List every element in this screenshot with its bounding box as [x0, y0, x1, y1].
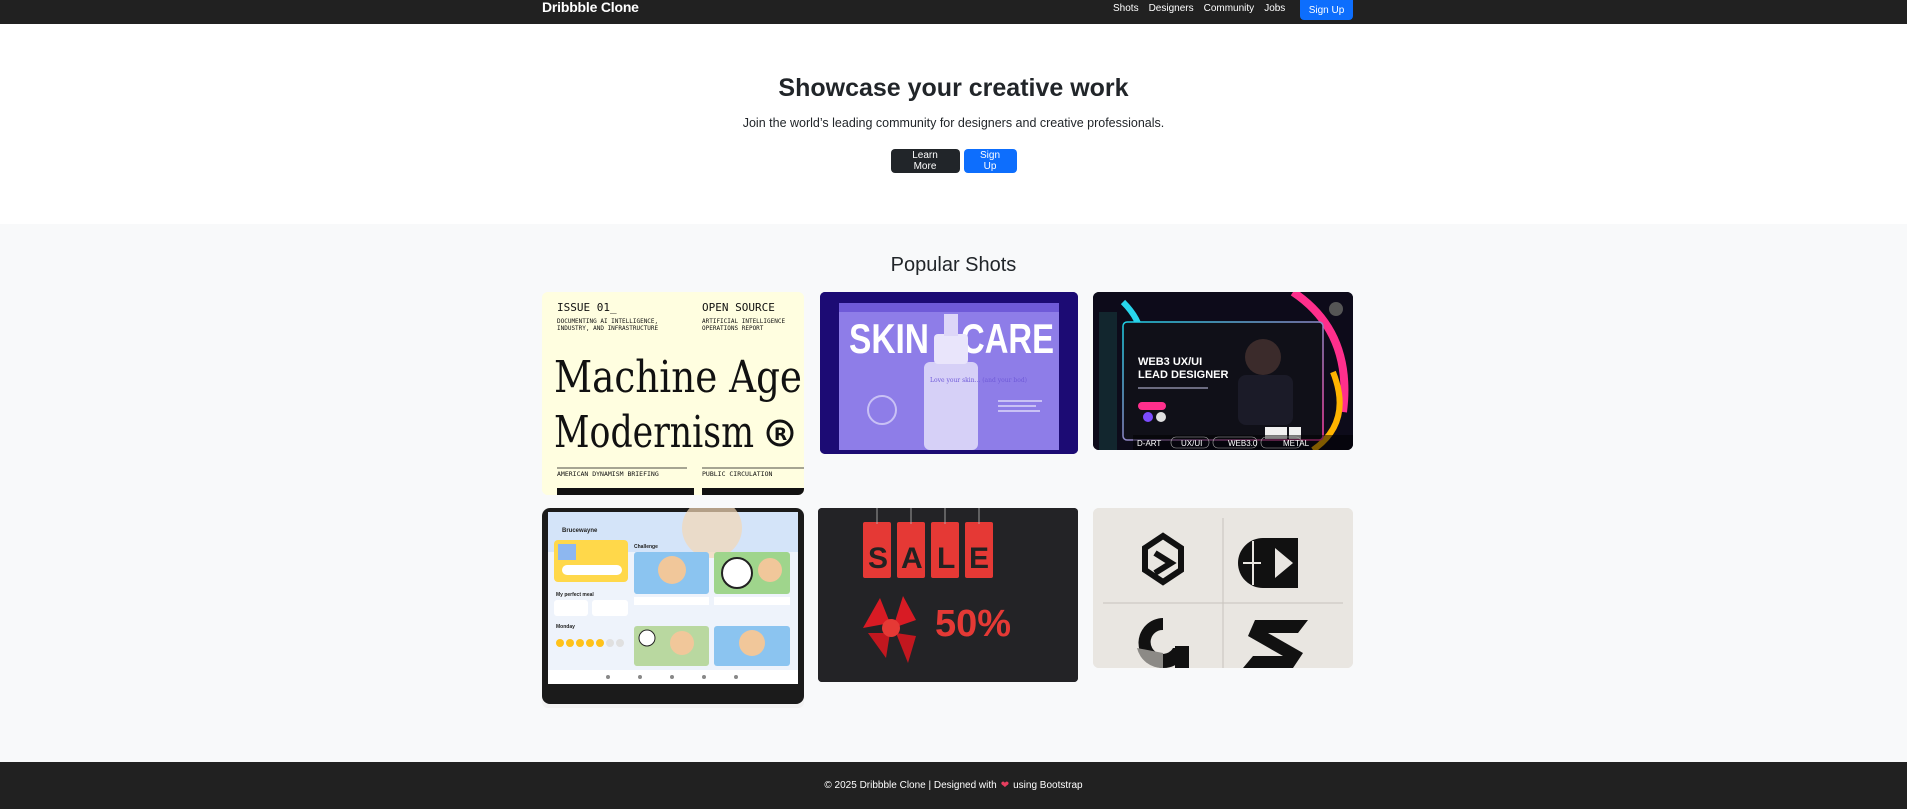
sale-letter-l: L [937, 542, 955, 575]
nav-link-shots[interactable]: Shots [1113, 3, 1139, 14]
brand-logo[interactable]: Dribbble Clone [542, 0, 639, 14]
footer: © 2025 Dribbble Clone | Designed with ❤ … [0, 762, 1907, 809]
svg-text:PUBLIC CIRCULATION: PUBLIC CIRCULATION [702, 470, 773, 478]
shot-image-logos [1093, 508, 1353, 668]
svg-text:Love your skin... (and your bo: Love your skin... (and your bod) [930, 377, 1027, 384]
svg-text:METAL: METAL [1283, 439, 1310, 448]
svg-text:Brucewayne: Brucewayne [562, 528, 598, 534]
svg-text:UX/UI: UX/UI [1181, 439, 1202, 448]
navbar: Dribbble Clone Shots Designers Community… [0, 0, 1907, 24]
shot-card-web3[interactable]: WEB3 UX/UI LEAD DESIGNER D-ART UX/UI WEB… [1093, 292, 1353, 450]
sale-percent: 50% [935, 603, 1011, 645]
shot-image-skin-care: SKIN CARE Love your skin... (and your bo… [820, 292, 1078, 454]
nav-link-jobs[interactable]: Jobs [1264, 3, 1285, 14]
popular-shots-section: Popular Shots ISSUE 01_ OPEN SOURCE DOCU… [0, 224, 1907, 762]
hero-signup-button[interactable]: Sign Up [963, 149, 1017, 173]
shot-card-skin-care[interactable]: SKIN CARE Love your skin... (and your bo… [820, 292, 1078, 454]
nav-signup-button[interactable]: Sign Up [1300, 0, 1353, 20]
modernism-heading: Modernism [554, 407, 754, 458]
svg-text:Monday: Monday [556, 624, 575, 630]
hero-buttons: Learn More Sign Up [0, 149, 1907, 173]
hero-section: Showcase your creative work Join the wor… [0, 24, 1907, 224]
shot-card-machine-age[interactable]: ISSUE 01_ OPEN SOURCE DOCUMENTING AI INT… [542, 292, 804, 495]
svg-text:D-ART: D-ART [1137, 439, 1161, 448]
svg-text:AMERICAN DYNAMISM BRIEFING: AMERICAN DYNAMISM BRIEFING [557, 470, 659, 478]
issue-label: ISSUE 01_ [557, 301, 617, 314]
shot-card-kids-app[interactable]: Brucewayne Challenge My perfect meal Mon… [542, 508, 804, 708]
shot-image-machine-age: ISSUE 01_ OPEN SOURCE DOCUMENTING AI INT… [542, 292, 804, 495]
globe-arrow-logo-icon [1238, 538, 1298, 588]
shot-image-kids-app: Brucewayne Challenge My perfect meal Mon… [542, 508, 804, 708]
sale-letter-e: E [969, 542, 989, 575]
footer-text-prefix: © 2025 Dribbble Clone | Designed with [824, 780, 997, 791]
learn-more-button[interactable]: Learn More [890, 149, 960, 173]
web3-title-line2: LEAD DESIGNER [1138, 369, 1229, 381]
nav-link-community[interactable]: Community [1204, 3, 1255, 14]
shot-card-sale[interactable]: S A L E 50% [818, 508, 1078, 682]
svg-text:OPERATIONS REPORT: OPERATIONS REPORT [702, 325, 764, 332]
nav-links: Shots Designers Community Jobs [1113, 0, 1295, 16]
svg-text:R: R [774, 425, 787, 445]
nav-link-designers[interactable]: Designers [1149, 3, 1194, 14]
svg-text:ARTIFICIAL INTELLIGENCE: ARTIFICIAL INTELLIGENCE [702, 318, 785, 325]
svg-text:My perfect meal: My perfect meal [556, 592, 594, 598]
svg-text:WEB3.0: WEB3.0 [1228, 439, 1258, 448]
shot-image-web3: WEB3 UX/UI LEAD DESIGNER D-ART UX/UI WEB… [1093, 292, 1353, 450]
svg-text:INDUSTRY, AND INFRASTRUCTURE: INDUSTRY, AND INFRASTRUCTURE [557, 325, 659, 332]
hero-subtitle: Join the world’s leading community for d… [742, 116, 1165, 130]
shot-card-logos[interactable] [1093, 508, 1353, 668]
shot-image-sale: S A L E 50% [818, 508, 1078, 682]
section-title: Popular Shots [890, 254, 1017, 276]
heart-icon: ❤ [1000, 780, 1010, 791]
svg-text:Challenge: Challenge [634, 544, 658, 550]
web3-title-line1: WEB3 UX/UI [1138, 356, 1202, 368]
machine-age-heading: Machine Age [554, 352, 802, 403]
sale-letter-s: S [868, 542, 888, 575]
svg-text:DOCUMENTING AI INTELLIGENCE,: DOCUMENTING AI INTELLIGENCE, [557, 318, 658, 325]
footer-text-suffix: using Bootstrap [1013, 780, 1083, 791]
hero-title: Showcase your creative work [778, 74, 1129, 102]
care-text: CARE [961, 315, 1054, 362]
sale-letter-a: A [901, 542, 923, 575]
skin-text: SKIN [849, 315, 929, 362]
open-source-label: OPEN SOURCE [702, 301, 775, 314]
